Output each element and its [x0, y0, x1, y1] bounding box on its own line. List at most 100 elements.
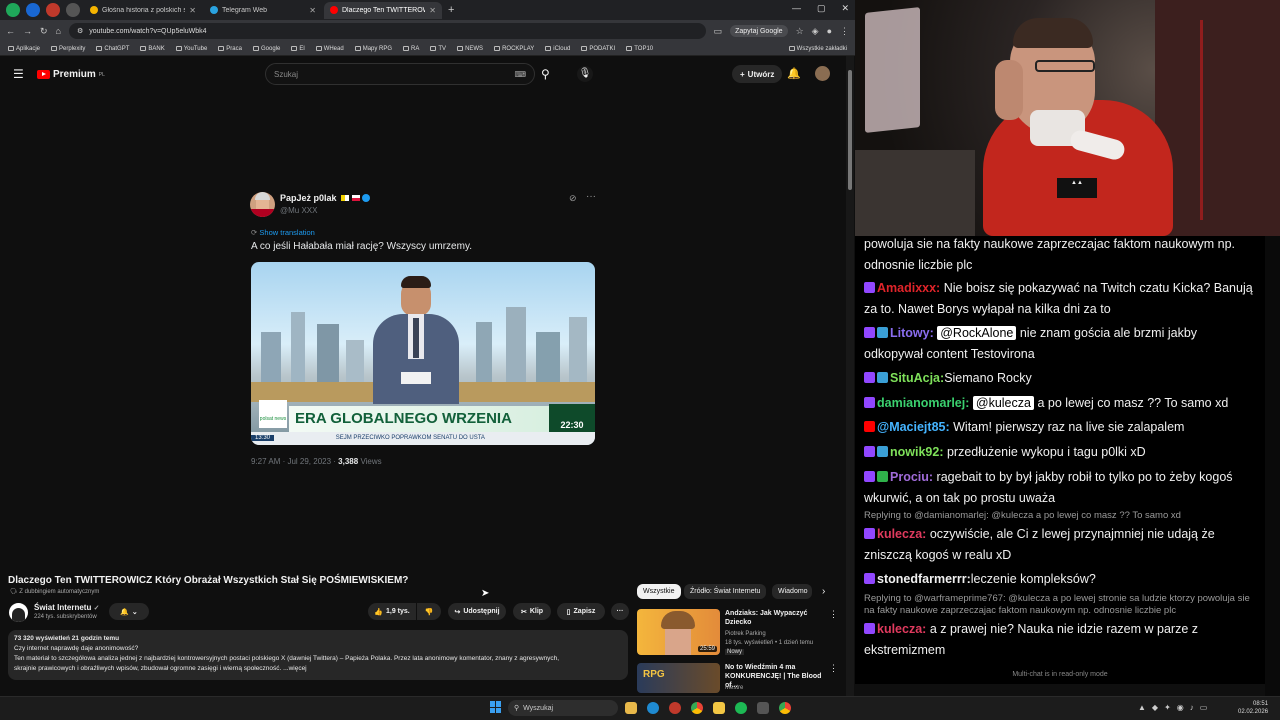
- back-icon[interactable]: ←: [6, 26, 15, 36]
- chrome-icon[interactable]: [779, 702, 791, 714]
- bookmark-item[interactable]: ChatGPT: [96, 45, 129, 52]
- taskbar-clock[interactable]: 08:51 02.02.2026: [1238, 700, 1268, 716]
- maximize-icon[interactable]: ▢: [817, 3, 826, 14]
- site-info-icon[interactable]: ⚙: [77, 27, 83, 35]
- windows-start-icon[interactable]: [490, 701, 502, 713]
- related-video-item[interactable]: 25:59 Andziaks: Jak Wypaczyć Dziecko Pio…: [637, 609, 838, 661]
- youtube-logo[interactable]: Premium PL: [37, 69, 105, 80]
- close-tab-icon[interactable]: ✕: [189, 6, 196, 15]
- browser-tab-active[interactable]: Dlaczego Ten TWITTEROWICZ ✕: [324, 1, 442, 19]
- pinned-tab-icon[interactable]: [6, 3, 20, 17]
- video-description[interactable]: 73 320 wyświetleń 21 godzin temu Czy int…: [8, 630, 628, 680]
- bookmark-star-icon[interactable]: ☆: [796, 26, 804, 37]
- bookmark-item[interactable]: TOP10: [626, 45, 653, 52]
- bookmark-item[interactable]: Google: [252, 45, 280, 52]
- search-icon[interactable]: ⚲: [541, 67, 550, 81]
- notifications-bell-icon[interactable]: 🔔: [787, 67, 801, 80]
- menu-dots-icon[interactable]: ⋮: [840, 26, 849, 37]
- profile-icon[interactable]: ●: [827, 26, 832, 36]
- save-button[interactable]: ▯ Zapisz: [557, 603, 605, 620]
- related-video-title: Andziaks: Jak Wypaczyć Dziecko: [725, 610, 808, 626]
- dislike-button[interactable]: 👎: [417, 603, 441, 620]
- chrome-icon[interactable]: [691, 702, 703, 714]
- like-button[interactable]: 👍 1,9 tys.: [368, 603, 416, 620]
- forward-icon[interactable]: →: [23, 26, 32, 36]
- spotify-icon[interactable]: [735, 702, 747, 714]
- chat-message: Litowy: @RockAlone nie znam gościa ale b…: [864, 326, 1198, 361]
- bookmark-item[interactable]: El: [291, 45, 305, 52]
- download-icon[interactable]: [757, 702, 769, 714]
- url-field[interactable]: ⚙ youtube.com/watch?v=QUp5eluWbk4: [68, 23, 706, 39]
- hamburger-menu-icon[interactable]: ☰: [13, 67, 24, 81]
- share-button[interactable]: ↪ Udostępnij: [448, 603, 506, 620]
- all-bookmarks-folder[interactable]: Wszystkie zakładki: [788, 45, 855, 52]
- close-tab-icon[interactable]: ✕: [309, 6, 316, 15]
- pinned-tab-icon[interactable]: [66, 3, 80, 17]
- file-explorer-icon[interactable]: [625, 702, 637, 714]
- microphone-icon[interactable]: 🎙: [577, 66, 593, 82]
- subscribe-bell-button[interactable]: 🔔 ⌄: [109, 603, 149, 620]
- youtube-play-icon: [37, 70, 50, 79]
- bookmark-item[interactable]: WHead: [315, 45, 344, 52]
- video-title: Dlaczego Ten TWITTEROWICZ Który Obrażał …: [8, 575, 409, 586]
- bookmark-item[interactable]: Aplikacje: [8, 45, 40, 52]
- bookmark-item[interactable]: Mapy RPG: [354, 45, 392, 52]
- close-tab-icon[interactable]: ✕: [429, 6, 436, 15]
- system-tray-icons[interactable]: ▲◆✦◉♪▭: [1138, 703, 1213, 712]
- minimize-icon[interactable]: —: [792, 3, 801, 14]
- related-video-item[interactable]: RPG No to Wiedźmin 4 ma KONKURENCJĘ! | T…: [637, 663, 838, 693]
- bookmark-item[interactable]: Perplexity: [51, 45, 85, 52]
- reload-icon[interactable]: ↻: [40, 26, 48, 37]
- bookmark-item[interactable]: Praca: [218, 45, 242, 52]
- poland-flag-icon: [351, 195, 360, 201]
- home-icon[interactable]: ⌂: [56, 26, 61, 36]
- bookmark-item[interactable]: YouTube: [175, 45, 207, 52]
- thumbs-down-icon: 👎: [424, 608, 434, 616]
- notes-icon[interactable]: [713, 702, 725, 714]
- bookmark-item[interactable]: iCloud: [545, 45, 570, 52]
- more-actions-button[interactable]: ···: [611, 603, 629, 620]
- bookmark-item[interactable]: RA: [403, 45, 419, 52]
- bookmark-item[interactable]: BANK: [140, 45, 165, 52]
- chip-news[interactable]: Wiadomo: [772, 584, 812, 599]
- pinned-tab-icon[interactable]: [46, 3, 60, 17]
- browser-tab[interactable]: Telegram Web ✕: [204, 2, 322, 19]
- chip-all[interactable]: Wszystkie: [637, 584, 681, 599]
- bookmark-item[interactable]: PODATKI: [581, 45, 615, 52]
- chevron-right-icon[interactable]: ›: [822, 586, 825, 597]
- browser-tab[interactable]: Głośna historia z polskich socia ✕: [84, 2, 202, 19]
- chat-readonly-notice: Multi-chat is in read-only mode: [855, 666, 1265, 684]
- tweet-news-image: polsat news ERA GLOBALNEGO WRZENIA 22:30…: [251, 262, 595, 445]
- ask-google-button[interactable]: Zapytaj Google: [730, 25, 788, 37]
- scissors-icon: ✂: [520, 608, 527, 616]
- chip-source-channel[interactable]: Źródło: Świat Internetu: [684, 584, 767, 599]
- taskbar-search[interactable]: ⚲ Wyszukaj: [508, 700, 618, 716]
- search-input[interactable]: Szukaj ⌨: [265, 63, 535, 85]
- video-thumbnail[interactable]: RPG: [637, 663, 720, 693]
- close-window-icon[interactable]: ✕: [841, 3, 849, 14]
- keyboard-icon[interactable]: ⌨: [514, 70, 526, 79]
- news-banner-headline: ERA GLOBALNEGO WRZENIA: [289, 406, 549, 432]
- more-options-icon[interactable]: ⋮: [829, 609, 838, 620]
- account-avatar[interactable]: [815, 66, 830, 81]
- bookmark-item[interactable]: ROCKPLAY: [494, 45, 534, 52]
- create-button[interactable]: + Utwórz: [732, 65, 783, 83]
- bookmark-item[interactable]: NEWS: [457, 45, 483, 52]
- extensions-icon[interactable]: ◈: [812, 26, 819, 37]
- more-options-icon[interactable]: ⋮: [829, 663, 838, 674]
- twitch-icon: [864, 372, 875, 383]
- new-tab-icon[interactable]: +: [448, 4, 454, 16]
- clip-button[interactable]: ✂ Klip: [513, 603, 551, 620]
- pinned-tab-icon[interactable]: [26, 3, 40, 17]
- scrollbar-thumb[interactable]: [848, 70, 852, 190]
- opera-icon[interactable]: [669, 702, 681, 714]
- address-bar-row: ← → ↻ ⌂ ⚙ youtube.com/watch?v=QUp5eluWbk…: [0, 20, 855, 42]
- video-thumbnail[interactable]: 25:59: [637, 609, 720, 655]
- bookmark-item[interactable]: TV: [430, 45, 446, 52]
- browser-tab-bar: Głośna historia z polskich socia ✕ Teleg…: [0, 0, 855, 20]
- plus-icon: +: [740, 69, 745, 79]
- cast-icon[interactable]: ▭: [714, 26, 723, 37]
- channel-name[interactable]: Świat Internetu ✓: [34, 603, 99, 612]
- edge-icon[interactable]: [647, 702, 659, 714]
- channel-avatar[interactable]: [9, 603, 28, 622]
